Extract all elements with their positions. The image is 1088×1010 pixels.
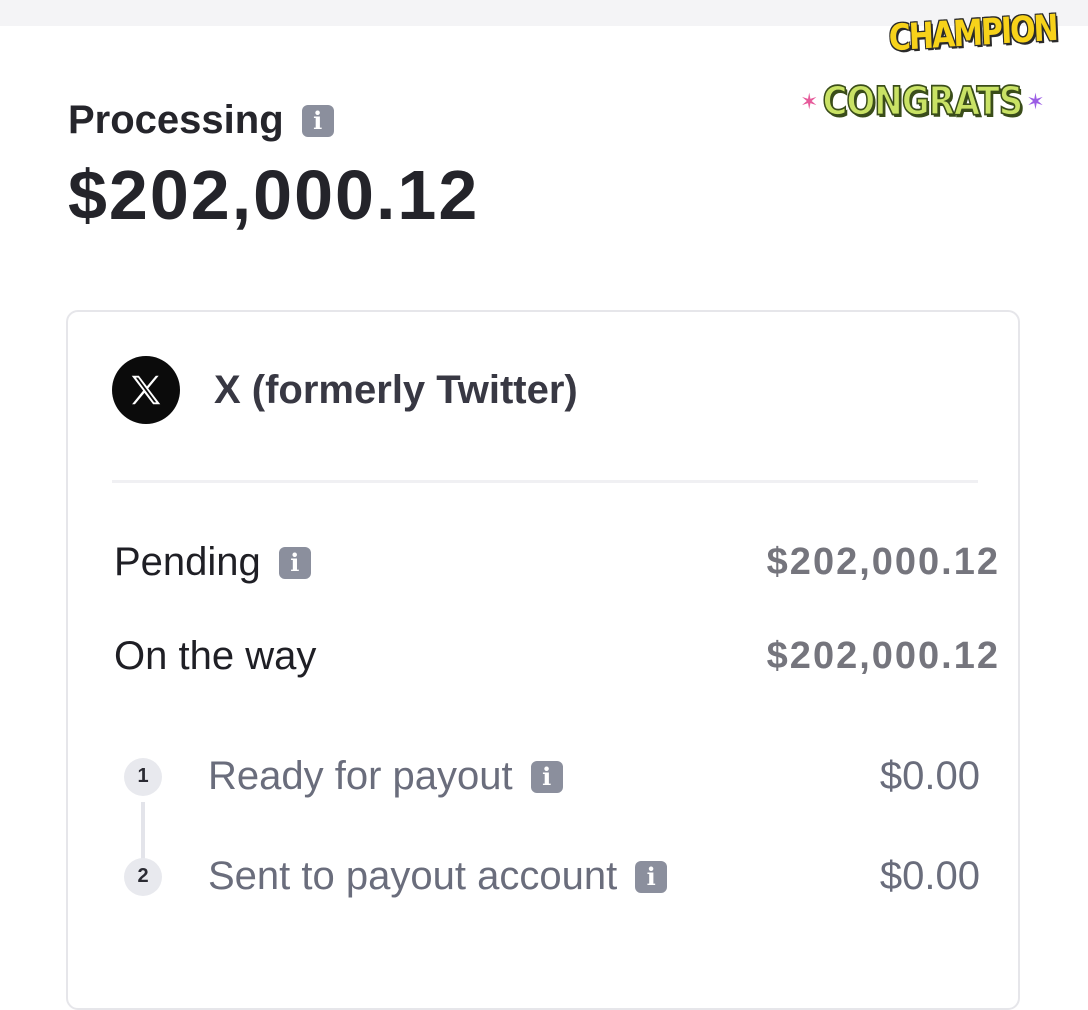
on-the-way-label-wrap: On the way bbox=[114, 634, 316, 679]
info-icon[interactable]: i bbox=[278, 546, 311, 579]
card-header: X (formerly Twitter) bbox=[112, 356, 578, 424]
on-the-way-label: On the way bbox=[114, 634, 317, 678]
processing-summary: Processing i $202,000.12 bbox=[68, 98, 479, 235]
step-ready-for-payout: 1 Ready for payout i $0.00 bbox=[124, 754, 980, 799]
step-left: 2 Sent to payout account i bbox=[124, 854, 668, 899]
on-the-way-value: $202,000.12 bbox=[766, 635, 1000, 677]
processing-label: Processing bbox=[68, 98, 284, 142]
step-value: $0.00 bbox=[879, 854, 980, 898]
pending-label-wrap: Pending i bbox=[114, 540, 311, 585]
on-the-way-row: On the way $202,000.12 bbox=[114, 634, 1000, 679]
step-label-wrap: Sent to payout account i bbox=[208, 854, 668, 899]
congrats-text: CONGRATS bbox=[822, 78, 1024, 126]
step-value: $0.00 bbox=[879, 754, 980, 798]
pending-label: Pending bbox=[114, 540, 261, 584]
company-name: X (formerly Twitter) bbox=[214, 367, 578, 412]
confetti-icon: ✶ bbox=[1026, 89, 1045, 115]
divider bbox=[112, 480, 978, 483]
step-label: Ready for payout bbox=[208, 754, 513, 798]
pending-row: Pending i $202,000.12 bbox=[114, 540, 1000, 585]
info-icon[interactable]: i bbox=[635, 860, 668, 893]
info-icon[interactable]: i bbox=[301, 104, 334, 137]
step-label-wrap: Ready for payout i bbox=[208, 754, 563, 799]
congrats-sticker: ✶ CONGRATS ✶ bbox=[800, 78, 1045, 126]
step-sent-to-payout-account: 2 Sent to payout account i $0.00 bbox=[124, 854, 980, 899]
x-logo-icon bbox=[112, 356, 180, 424]
step-number: 2 bbox=[124, 857, 162, 896]
step-number: 1 bbox=[124, 757, 162, 796]
step-label: Sent to payout account bbox=[208, 854, 618, 898]
processing-amount: $202,000.12 bbox=[68, 156, 480, 234]
info-icon[interactable]: i bbox=[530, 760, 563, 793]
payout-card: X (formerly Twitter) Pending i $202,000.… bbox=[66, 310, 1020, 1010]
processing-label-row: Processing i bbox=[68, 98, 479, 143]
step-left: 1 Ready for payout i bbox=[124, 754, 563, 799]
confetti-icon: ✶ bbox=[800, 89, 819, 115]
pending-value: $202,000.12 bbox=[766, 541, 1000, 583]
